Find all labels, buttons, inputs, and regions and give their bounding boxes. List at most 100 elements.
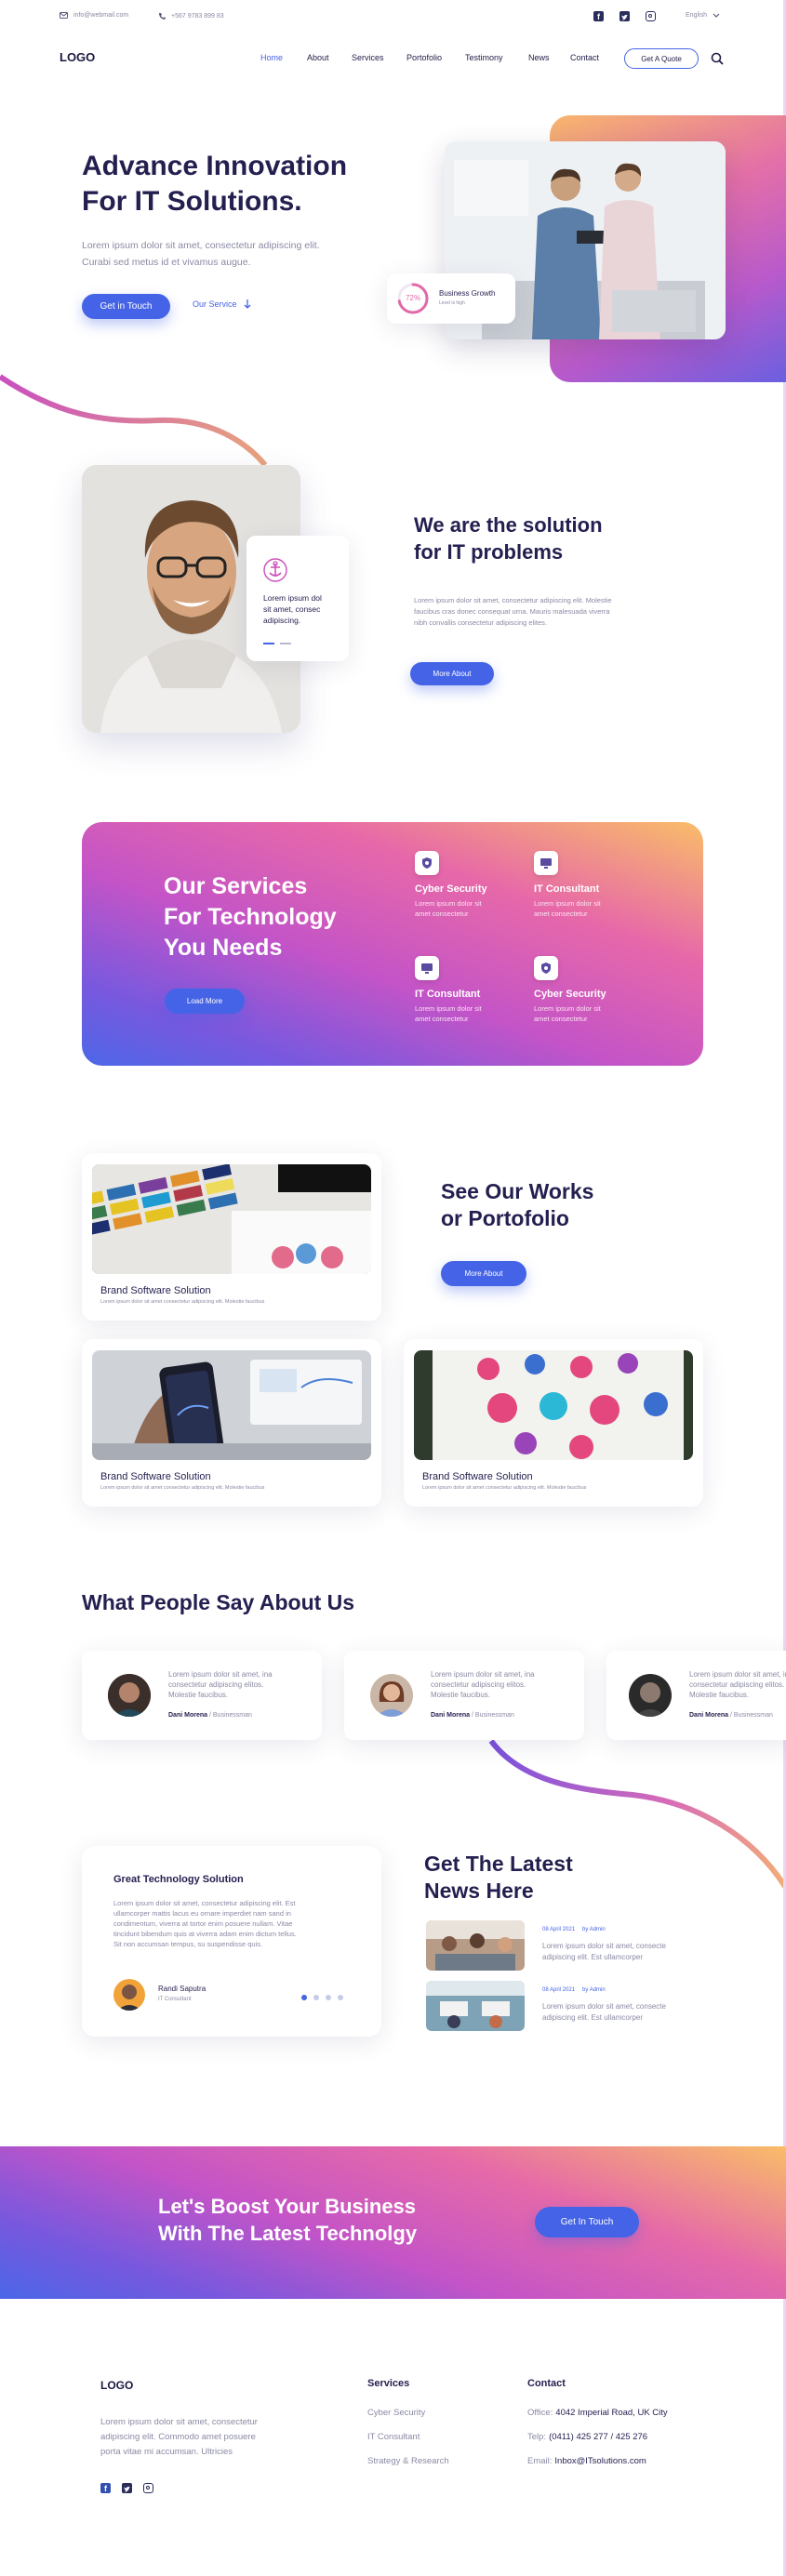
service-desc-line1: Lorem ipsum dolor sit xyxy=(415,1004,482,1013)
get-quote-button[interactable]: Get A Quote xyxy=(624,48,699,69)
search-icon[interactable] xyxy=(711,52,724,65)
cta-title-line1: Let's Boost Your Business xyxy=(158,2195,417,2218)
service-desc-line2: amet consectetur xyxy=(534,1015,588,1023)
more-about-button[interactable]: More About xyxy=(410,662,494,685)
nav-contact[interactable]: Contact xyxy=(570,53,599,62)
nav-services[interactable]: Services xyxy=(352,53,384,62)
news-excerpt-line2: adipiscing elit. Est ullamcorper xyxy=(542,2013,644,2022)
language-label: English xyxy=(686,12,707,19)
arrow-down-icon xyxy=(244,299,250,309)
cta-get-in-touch-button[interactable]: Get In Touch xyxy=(535,2207,639,2237)
logo[interactable]: LOGO xyxy=(60,50,95,64)
works-more-about-button[interactable]: More About xyxy=(441,1261,526,1286)
portfolio-card[interactable]: Brand Software Solution Lorem ipsum dolo… xyxy=(82,1339,381,1507)
footer-logo[interactable]: LOGO xyxy=(100,2379,133,2392)
footer-services-title: Services xyxy=(367,2378,410,2389)
topbar-phone[interactable]: +567 9783 899 83 xyxy=(158,12,224,20)
feature-line: Lorem ipsum dolor sit amet, consectetur … xyxy=(113,1899,296,1907)
service-item[interactable]: IT Consultant Lorem ipsum dolor sit amet… xyxy=(415,956,482,1024)
service-desc-line1: Lorem ipsum dolor sit xyxy=(534,1004,601,1013)
portfolio-desc: Lorem ipsum dolor sit amet consectetur a… xyxy=(422,1485,587,1491)
footer-facebook-icon[interactable]: f xyxy=(100,2483,111,2493)
nav-portofolio[interactable]: Portofolio xyxy=(406,53,442,62)
works-title-line2: or Portofolio xyxy=(441,1206,569,1230)
news-excerpt[interactable]: Lorem ipsum dolor sit amet, consecte adi… xyxy=(542,2001,666,2024)
footer-service-link[interactable]: Cyber Security xyxy=(367,2408,425,2418)
hero-title: Advance Innovation For IT Solutions. xyxy=(82,149,347,219)
topbar-email[interactable]: info@webmail.com xyxy=(60,12,128,19)
footer-desc-line3: porta vitae mi accumsan. Ultricies xyxy=(100,2447,233,2457)
monitor-icon xyxy=(534,851,558,875)
load-more-button[interactable]: Load More xyxy=(165,989,245,1014)
carousel-dot[interactable] xyxy=(313,1995,319,2000)
service-title: Cyber Security xyxy=(415,883,487,895)
service-desc: Lorem ipsum dolor sit amet consectetur xyxy=(534,1003,606,1024)
telp-value: (0411) 425 277 / 425 276 xyxy=(549,2432,648,2442)
service-desc-line2: amet consectetur xyxy=(415,910,469,918)
testimonial-text: Lorem ipsum dolor sit amet, ina consecte… xyxy=(168,1669,273,1700)
service-item[interactable]: Cyber Security Lorem ipsum dolor sit ame… xyxy=(534,956,606,1024)
portfolio-card[interactable]: Brand Software Solution Lorem ipsum dolo… xyxy=(82,1153,381,1321)
hero-title-line2: For IT Solutions. xyxy=(82,186,302,217)
news-author: by Admin xyxy=(582,1987,606,1993)
footer-service-link[interactable]: IT Consultant xyxy=(367,2432,420,2442)
author-role: / Businessman xyxy=(730,1712,773,1719)
about-card-text: Lorem ipsum dol sit amet, consec adipisc… xyxy=(263,592,322,626)
footer-instagram-icon[interactable] xyxy=(143,2483,153,2493)
carousel-dot[interactable] xyxy=(338,1995,343,2000)
nav-news[interactable]: News xyxy=(528,53,550,62)
feature-text: Lorem ipsum dolor sit amet, consectetur … xyxy=(113,1898,297,1949)
twitter-icon[interactable] xyxy=(619,11,630,21)
news-title: Get The Latest News Here xyxy=(424,1851,573,1905)
footer-service-link[interactable]: Strategy & Research xyxy=(367,2456,449,2466)
portfolio-card[interactable]: Brand Software Solution Lorem ipsum dolo… xyxy=(404,1339,703,1507)
service-desc-line1: Lorem ipsum dolor sit xyxy=(415,899,482,908)
language-select[interactable]: English xyxy=(686,12,720,19)
cta-title-line2: With The Latest Technolgy xyxy=(158,2222,418,2245)
news-date: 08 April 2021 xyxy=(542,1987,576,1993)
testimonial-card: Lorem ipsum dolor sit amet, ina consecte… xyxy=(606,1651,786,1740)
nav-testimony[interactable]: Testimony xyxy=(465,53,503,62)
portfolio-title: Brand Software Solution xyxy=(100,1471,211,1482)
services-title: Our Services For Technology You Needs xyxy=(164,871,337,963)
our-service-link[interactable]: Our Service xyxy=(193,299,251,309)
carousel-indicator[interactable] xyxy=(280,643,291,644)
testimonial-text: Lorem ipsum dolor sit amet, ina consecte… xyxy=(431,1669,535,1700)
about-desc-line1: Lorem ipsum dolor sit amet, consectetur … xyxy=(414,596,612,604)
portfolio-desc: Lorem ipsum dolor sit amet consectetur a… xyxy=(100,1299,265,1305)
facebook-icon[interactable]: f xyxy=(593,11,604,21)
service-title: IT Consultant xyxy=(534,883,600,895)
about-title-line2: for IT problems xyxy=(414,540,564,564)
telp-label: Telp: xyxy=(527,2432,547,2442)
carousel-dot-active[interactable] xyxy=(301,1995,307,2000)
office-label: Office: xyxy=(527,2408,553,2418)
service-item[interactable]: IT Consultant Lorem ipsum dolor sit amet… xyxy=(534,851,601,919)
service-item[interactable]: Cyber Security Lorem ipsum dolor sit ame… xyxy=(415,851,487,919)
carousel-dot[interactable] xyxy=(326,1995,331,2000)
carousel-indicator-active[interactable] xyxy=(263,643,274,644)
testimonials-title: What People Say About Us xyxy=(82,1590,355,1614)
news-thumbnail[interactable] xyxy=(426,1981,525,2031)
author-role: / Businessman xyxy=(209,1712,252,1719)
footer-email[interactable]: Email: Inbox@ITsolutions.com xyxy=(527,2456,646,2466)
news-thumbnail[interactable] xyxy=(426,1920,525,1971)
email-value: Inbox@ITsolutions.com xyxy=(554,2456,646,2466)
phone-icon xyxy=(159,13,166,20)
news-excerpt[interactable]: Lorem ipsum dolor sit amet, consecte adi… xyxy=(542,1941,666,1963)
testimonial-line3: Molestie faucibus. xyxy=(689,1691,750,1699)
nav-about[interactable]: About xyxy=(307,53,329,62)
avatar xyxy=(629,1674,672,1717)
get-in-touch-button[interactable]: Get in Touch xyxy=(82,294,170,319)
chevron-down-icon xyxy=(713,13,720,18)
monitor-icon xyxy=(415,956,439,980)
news-excerpt-line1: Lorem ipsum dolor sit amet, consecte xyxy=(542,2002,666,2011)
about-card-line3: adipiscing. xyxy=(263,616,301,625)
nav-home[interactable]: Home xyxy=(260,53,283,62)
feature-title: Great Technology Solution xyxy=(113,1874,244,1885)
feature-carousel-dots xyxy=(301,1995,343,2000)
news-meta: 08 April 2021 by Admin xyxy=(542,1987,606,1993)
instagram-icon[interactable] xyxy=(646,11,656,21)
feature-author-name: Randi Saputra xyxy=(158,1985,206,1993)
feature-line: Sit non accumsan tempus, su suspendisse … xyxy=(113,1940,263,1948)
footer-twitter-icon[interactable] xyxy=(122,2483,132,2493)
